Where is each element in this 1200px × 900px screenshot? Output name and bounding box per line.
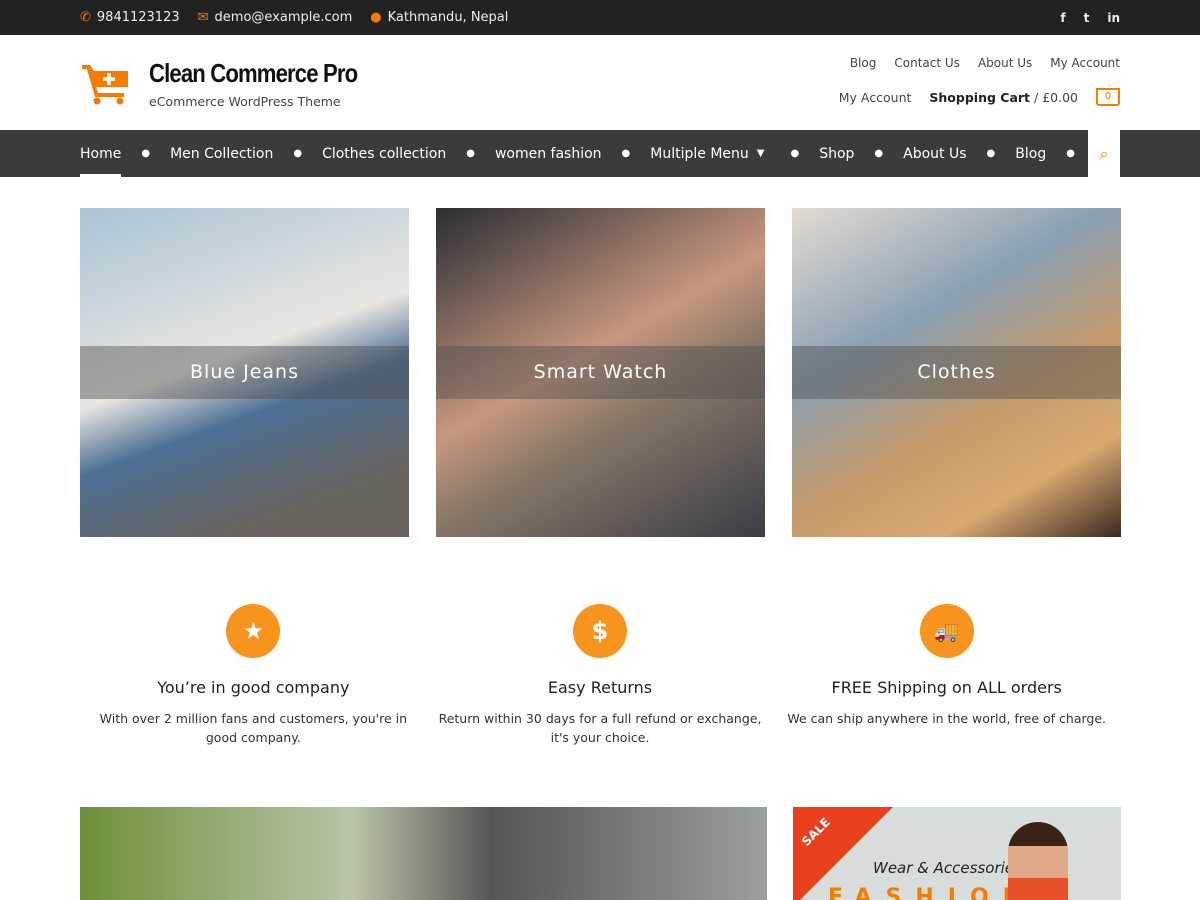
phone: ✆ 9841123123 [80,10,180,25]
feature-easy-returns: $ Easy Returns Return within 30 days for a… [427,604,774,747]
category-tile-clothes[interactable]: Clothes [792,208,1121,537]
link-about[interactable]: About Us [978,56,1032,70]
shopping-cart-link[interactable]: Shopping Cart / £0.00 [929,90,1078,105]
feature-good-company: ★ You’re in good company With over 2 milli… [80,604,427,747]
star-icon: ★ [226,604,281,658]
email[interactable]: ✉ demo@example.com [198,10,353,25]
model-image [1008,822,1068,900]
search-button[interactable]: ⌕ [1088,130,1120,177]
category-tile-blue-jeans[interactable]: Blue Jeans [80,208,409,537]
map-marker-icon: ● [370,10,382,25]
category-tile-smart-watch[interactable]: Smart Watch [436,208,765,537]
nav-shop[interactable]: Shop [819,130,854,177]
envelope-icon: ✉ [197,10,209,25]
my-account-link[interactable]: My Account [839,90,912,105]
feature-free-shipping: 🚚 FREE Shipping on ALL orders We can ship … [773,604,1120,747]
facebook-icon[interactable]: f [1060,11,1065,25]
linkedin-icon[interactable]: in [1107,11,1120,25]
link-contact[interactable]: Contact Us [894,56,960,70]
cart-logo-icon[interactable] [82,63,132,105]
site-header: Clean Commerce Pro eCommerce WordPress T… [0,35,1200,130]
nav-women-fashion[interactable]: women fashion [495,130,602,177]
nav-about-us[interactable]: About Us [903,130,966,177]
search-icon: ⌕ [1099,144,1109,163]
link-my-account[interactable]: My Account [1050,56,1120,70]
truck-icon: 🚚 [919,604,974,658]
promo-banner-image[interactable] [80,807,767,900]
phone-icon: ✆ [80,10,91,25]
nav-men-collection[interactable]: Men Collection [170,130,273,177]
link-blog[interactable]: Blog [850,56,877,70]
nav-blog[interactable]: Blog [1015,130,1046,177]
main-nav: Home ● Men Collection ● Clothes collection… [0,130,1200,177]
chevron-down-icon: ▼ [756,148,765,159]
site-tagline: eCommerce WordPress Theme [149,94,341,109]
nav-clothes-collection[interactable]: Clothes collection [322,130,446,177]
twitter-icon[interactable]: t [1084,11,1090,25]
dollar-icon: $ [573,604,627,658]
top-bar: ✆ 9841123123 ✉ demo@example.com ● Kathmandu… [0,0,1200,35]
site-title[interactable]: Clean Commerce Pro [149,58,358,89]
location: ● Kathmandu, Nepal [370,10,509,25]
fashion-sale-banner[interactable]: SALE Wear & Accessories FASHION [793,807,1121,900]
nav-multiple-menu[interactable]: Multiple Menu ▼ [650,130,764,177]
cart-bag-icon[interactable]: 0 [1096,88,1120,106]
nav-home[interactable]: Home [80,130,122,177]
